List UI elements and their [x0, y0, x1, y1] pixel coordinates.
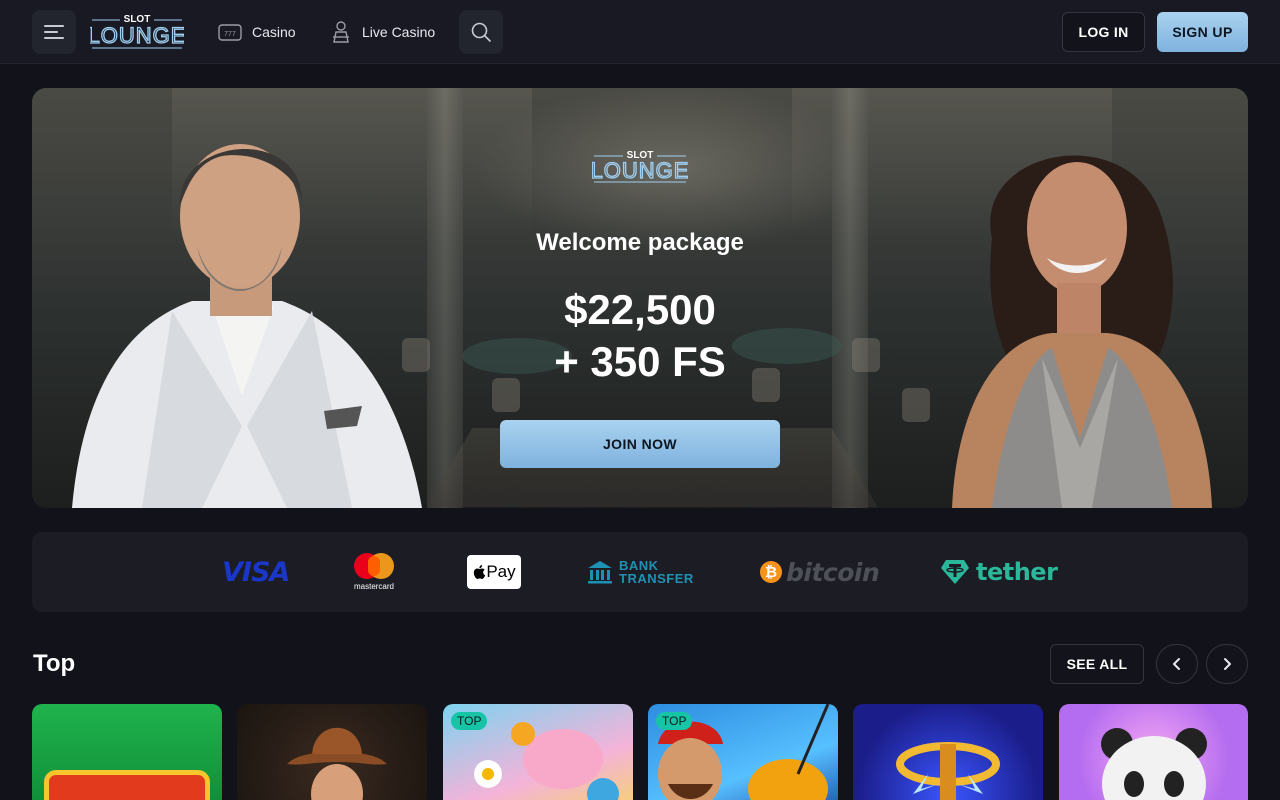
game-thumbnail-art — [44, 770, 210, 800]
carousel-prev-button[interactable] — [1156, 644, 1198, 684]
game-tile-2[interactable] — [237, 704, 427, 800]
search-button[interactable] — [459, 10, 503, 54]
apple-pay-text: Pay — [486, 562, 515, 582]
nav-live-casino[interactable]: Live Casino — [330, 14, 435, 50]
visa-logo: VISA — [222, 532, 289, 612]
bitcoin-logo: ₿ bitcoin — [760, 532, 879, 612]
search-icon — [470, 21, 492, 43]
game-tile-1[interactable] — [32, 704, 222, 800]
apple-icon — [472, 564, 486, 580]
welcome-title: Welcome package — [32, 229, 1248, 257]
apple-pay-logo: Pay — [467, 532, 521, 612]
nav-casino[interactable]: 777 Casino — [218, 14, 296, 50]
carousel-next-button[interactable] — [1206, 644, 1248, 684]
bank-icon — [587, 560, 613, 584]
slot-lounge-logo[interactable]: SLOT LOUNGE — [90, 12, 184, 50]
svg-text:777: 777 — [224, 31, 236, 38]
game-thumbnail-art — [853, 704, 1043, 800]
hamburger-icon — [44, 24, 64, 40]
login-button[interactable]: LOG IN — [1062, 12, 1145, 52]
bonus-amount: $22,500 — [32, 284, 1248, 336]
dealer-icon — [330, 20, 352, 44]
chevron-left-icon — [1172, 657, 1182, 671]
bank-transfer-logo: BANK TRANSFER — [587, 532, 694, 612]
svg-text:LOUNGE: LOUNGE — [90, 23, 184, 48]
mastercard-text: mastercard — [354, 582, 394, 591]
signup-button[interactable]: SIGN UP — [1157, 12, 1248, 52]
top-badge: TOP — [656, 712, 692, 730]
site-header: SLOT LOUNGE 777 Casino Live Casino LOG I… — [0, 0, 1280, 64]
game-tile-3[interactable]: TOP — [443, 704, 633, 800]
hall-chair — [902, 388, 930, 422]
tether-logo: tether — [940, 532, 1057, 612]
tether-text: tether — [976, 558, 1057, 586]
nav-live-casino-label: Live Casino — [362, 24, 435, 40]
game-tile-4[interactable]: TOP — [648, 704, 838, 800]
game-tile-6[interactable] — [1059, 704, 1248, 800]
payment-methods-bar: VISA mastercard Pay BANK TRANSFER ₿ bitc… — [32, 532, 1248, 612]
nav-casino-label: Casino — [252, 24, 296, 40]
slot-machine-icon: 777 — [218, 22, 242, 42]
section-title-top: Top — [33, 650, 75, 678]
game-thumbnail-art — [277, 714, 397, 800]
mastercard-logo: mastercard — [352, 532, 396, 612]
menu-button[interactable] — [32, 10, 76, 54]
svg-text:LOUNGE: LOUNGE — [592, 158, 688, 183]
game-tile-5[interactable] — [853, 704, 1043, 800]
free-spins: + 350 FS — [32, 336, 1248, 388]
bank-text-line2: TRANSFER — [619, 572, 694, 585]
join-now-button[interactable]: JOIN NOW — [500, 420, 780, 468]
top-badge: TOP — [451, 712, 487, 730]
chevron-right-icon — [1222, 657, 1232, 671]
tether-icon — [940, 559, 970, 585]
bitcoin-text: bitcoin — [786, 558, 879, 587]
bitcoin-icon: ₿ — [760, 561, 782, 583]
welcome-banner[interactable]: SLOT LOUNGE Welcome package $22,500 + 35… — [32, 88, 1248, 508]
see-all-button[interactable]: SEE ALL — [1050, 644, 1144, 684]
game-thumbnail-art — [1059, 704, 1248, 800]
hero-slot-lounge-logo: SLOT LOUNGE — [592, 148, 688, 184]
mastercard-circles-icon — [352, 553, 396, 579]
